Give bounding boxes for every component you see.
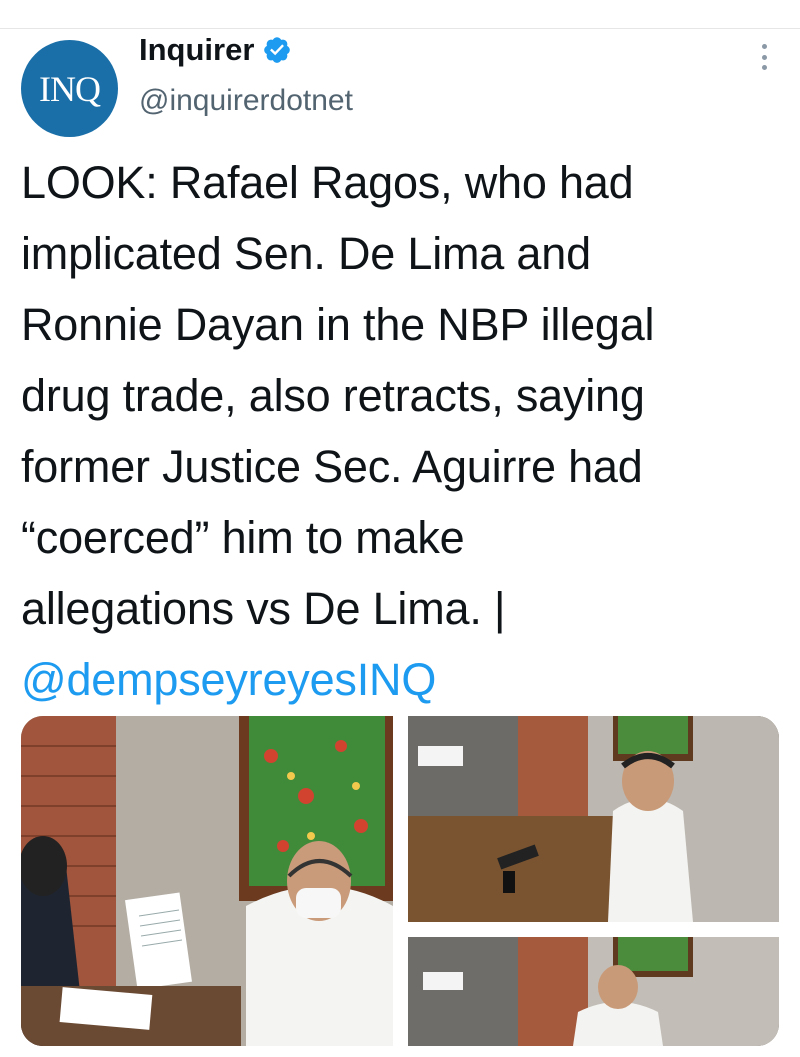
avatar[interactable]: INQ [21, 40, 118, 137]
tweet-photo-2[interactable] [408, 716, 779, 922]
account-name-row[interactable]: Inquirer [139, 32, 292, 68]
tweet-line: former Justice Sec. Aguirre had [21, 441, 643, 492]
avatar-logo-text: INQ [39, 68, 101, 109]
mention-link[interactable]: @dempseyreyesINQ [21, 644, 796, 715]
top-divider [0, 28, 800, 29]
account-name[interactable]: Inquirer [139, 32, 254, 68]
tweet-line: implicated Sen. De Lima and [21, 228, 591, 279]
tweet-photo-1[interactable] [21, 716, 393, 1046]
tweet-line: drug trade, also retracts, saying [21, 370, 645, 421]
media-grid [21, 716, 779, 1046]
account-handle[interactable]: @inquirerdotnet [139, 84, 353, 118]
more-options-icon[interactable] [762, 44, 768, 70]
tweet-line: “coerced” him to make [21, 512, 465, 563]
verified-badge-icon [264, 37, 291, 63]
tweet-line: Ronnie Dayan in the NBP illegal [21, 299, 655, 350]
tweet-line: LOOK: Rafael Ragos, who had [21, 157, 634, 208]
tweet-photo-3[interactable] [408, 937, 779, 1046]
tweet-text: LOOK: Rafael Ragos, who had implicated S… [21, 147, 796, 715]
tweet-line: allegations vs De Lima. | [21, 583, 506, 634]
